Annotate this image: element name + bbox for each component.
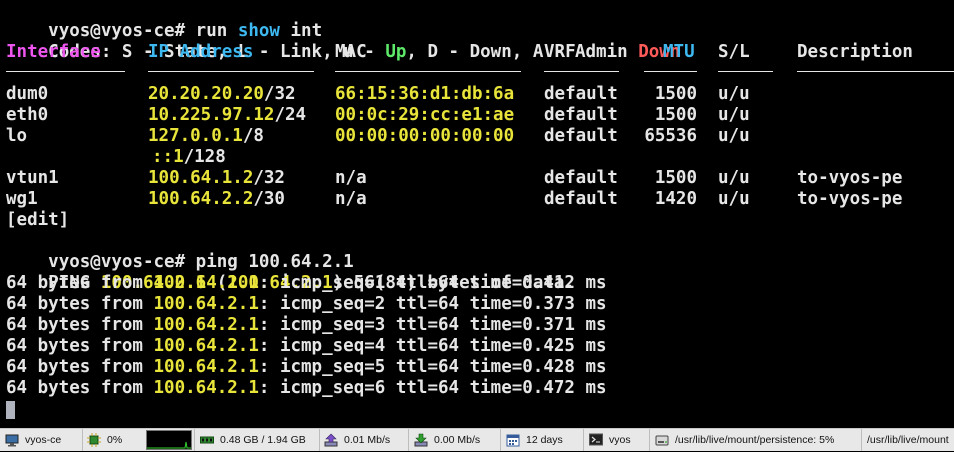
cell-mtu: 1420	[654, 189, 697, 209]
ping-reply-line: 64 bytes from 100.64.2.1: icmp_seq=6 ttl…	[6, 378, 607, 398]
user-item[interactable]: vyos	[584, 429, 650, 451]
edit-marker: [edit]	[6, 210, 70, 230]
ping-reply-line: 64 bytes from 100.64.2.1: icmp_seq=4 ttl…	[6, 336, 607, 356]
table-header: Interface IP Address MAC VRF MTU S/L Des…	[0, 42, 954, 63]
separator	[644, 71, 697, 72]
user-name: vyos	[609, 434, 631, 446]
header-description: Description	[797, 42, 913, 62]
disk-usage: /usr/lib/live/mount/persistence: 5%	[675, 434, 835, 446]
separator	[544, 71, 619, 72]
table-row: vtun1 100.64.1.2/32 n/a default 1500 u/u to-vy…	[0, 168, 954, 189]
cell-vrf: default	[544, 189, 618, 209]
disk-item-2[interactable]: /usr/lib/live/mount	[862, 429, 954, 451]
cell-mac: 00:0c:29:cc:e1:ae	[335, 105, 515, 125]
table-row: ::1/128	[0, 147, 954, 168]
download-speed: 0.00 Mb/s	[434, 434, 481, 446]
cell-sl: u/u	[718, 168, 750, 188]
terminal-cursor	[6, 401, 15, 419]
host-item[interactable]: vyos-ce	[0, 429, 83, 451]
separator	[797, 71, 954, 72]
cell-mac: n/a	[335, 168, 367, 188]
cell-iface: wg1	[6, 189, 38, 209]
header-mac: MAC	[335, 42, 367, 62]
terminal-user-icon	[589, 433, 603, 447]
cell-ip: ::1/128	[152, 147, 226, 167]
cell-vrf: default	[544, 84, 618, 104]
separator	[148, 71, 314, 72]
cell-mac: 00:00:00:00:00:00	[335, 126, 515, 146]
table-row: eth0 10.225.97.12/24 00:0c:29:cc:e1:ae defa…	[0, 105, 954, 126]
cell-mac: 66:15:36:d1:db:6a	[335, 84, 515, 104]
disk-item[interactable]: /usr/lib/live/mount/persistence: 5%	[650, 429, 862, 451]
cell-sl: u/u	[718, 189, 750, 209]
separator	[718, 71, 773, 72]
cell-vrf: default	[544, 105, 618, 125]
cell-ip: 10.225.97.12/24	[148, 105, 307, 125]
uptime-item[interactable]: 12 days	[501, 429, 584, 451]
memory-icon	[200, 433, 214, 447]
cell-desc: to-vyos-pe	[797, 189, 903, 209]
header-sl: S/L	[718, 42, 750, 62]
upload-item[interactable]: 0.01 Mb/s	[319, 429, 409, 451]
header-vrf: VRF	[544, 42, 576, 62]
ping-reply-line: 64 bytes from 100.64.2.1: icmp_seq=1 ttl…	[6, 273, 607, 293]
cell-vrf: default	[544, 168, 618, 188]
cell-iface: vtun1	[6, 168, 59, 188]
codes-legend: Codes: S - State, L - Link, u - Up, D - …	[48, 42, 681, 62]
ping-header: PING 100.64.2.1 (100.64.2.1) 56(84) byte…	[48, 273, 575, 293]
cell-sl: u/u	[718, 84, 750, 104]
cell-mtu: 65536	[644, 126, 697, 146]
cell-mtu: 1500	[654, 168, 697, 188]
cell-sl: u/u	[718, 105, 750, 125]
cpu-graph	[146, 430, 192, 450]
separator	[6, 71, 125, 72]
chip-icon	[87, 433, 101, 447]
uptime: 12 days	[526, 434, 563, 446]
cell-desc: to-vyos-pe	[797, 168, 903, 188]
table-row: dum0 20.20.20.20/32 66:15:36:d1:db:6a defau…	[0, 84, 954, 105]
download-item[interactable]: 0.00 Mb/s	[409, 429, 501, 451]
prompt-line-2: vyos@vyos-ce# ping 100.64.2.1	[48, 252, 354, 272]
upload-icon	[324, 433, 338, 447]
ping-reply-line: 64 bytes from 100.64.2.1: icmp_seq=2 ttl…	[6, 294, 607, 314]
calendar-icon	[506, 433, 520, 447]
cell-vrf: default	[544, 126, 618, 146]
disk-usage-2: /usr/lib/live/mount	[867, 434, 949, 446]
table-row: wg1 100.64.2.2/30 n/a default 1420 u/u to-vyos…	[0, 189, 954, 210]
upload-speed: 0.01 Mb/s	[344, 434, 391, 446]
terminal-window[interactable]: vyos@vyos-ce# run show int Codes: S - St…	[0, 0, 954, 428]
cell-iface: lo	[6, 126, 28, 146]
cell-ip: 20.20.20.20/32	[148, 84, 296, 104]
memory-usage: 0.48 GB / 1.94 GB	[220, 434, 306, 446]
cell-ip: 100.64.1.2/32	[148, 168, 285, 188]
prompt-line-1: vyos@vyos-ce# run show int	[48, 21, 323, 41]
ping-reply-line: 64 bytes from 100.64.2.1: icmp_seq=3 ttl…	[6, 315, 607, 335]
memory-item[interactable]: 0.48 GB / 1.94 GB	[194, 429, 320, 451]
table-row: lo 127.0.0.1/8 00:00:00:00:00:00 default 655…	[0, 126, 954, 147]
cell-ip: 100.64.2.2/30	[148, 189, 285, 209]
cpu-item[interactable]: 0%	[82, 429, 144, 451]
cell-iface: eth0	[6, 105, 49, 125]
download-icon	[414, 433, 428, 447]
cell-ip: 127.0.0.1/8	[148, 126, 264, 146]
status-taskbar: vyos-ce 0% 0.48 GB / 1.94 GB 0.01 Mb/s 0…	[0, 428, 954, 451]
cell-mtu: 1500	[654, 84, 697, 104]
cell-sl: u/u	[718, 126, 750, 146]
monitor-icon	[5, 433, 19, 447]
cpu-usage: 0%	[107, 434, 123, 446]
disk-icon	[655, 433, 669, 447]
ping-reply-line: 64 bytes from 100.64.2.1: icmp_seq=5 ttl…	[6, 357, 607, 377]
header-mtu: MTU	[663, 42, 695, 62]
cell-iface: dum0	[6, 84, 49, 104]
header-interface: Interface	[6, 42, 101, 62]
cell-mac: n/a	[335, 189, 367, 209]
host-name: vyos-ce	[25, 434, 62, 446]
header-ip: IP Address	[148, 42, 254, 62]
separator	[335, 71, 521, 72]
cell-mtu: 1500	[654, 105, 697, 125]
